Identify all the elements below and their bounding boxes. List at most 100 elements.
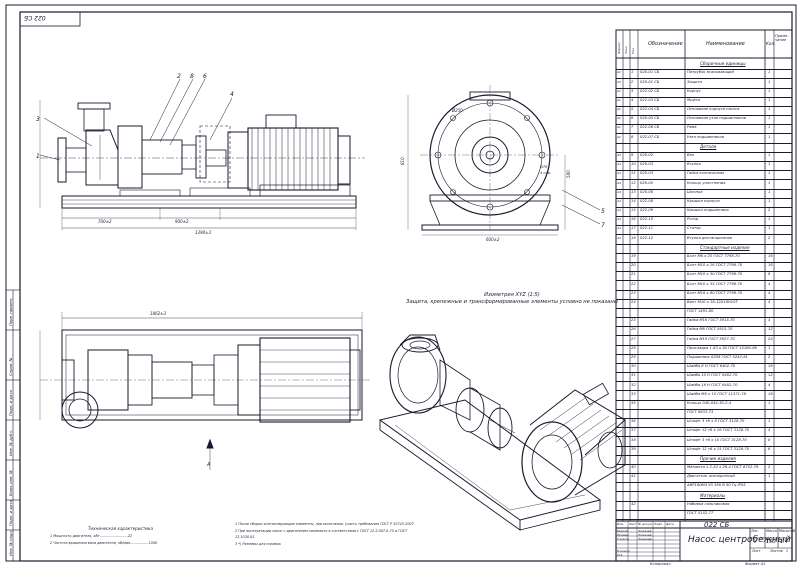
- spec-row-qty: 1: [768, 419, 771, 424]
- spec-row-qty: 4: [768, 428, 771, 433]
- spec-row-code: 020-05 СБ: [640, 116, 660, 121]
- spec-row-name: Штифт 3 т6 х 8 ГОСТ 3128-70: [687, 419, 745, 424]
- spec-row-pos: 14: [631, 198, 636, 203]
- format-label: Формат A1: [745, 562, 766, 566]
- spec-row-qty: 2: [768, 235, 771, 240]
- spec-row-name: ГОСТ 9833-73: [687, 410, 714, 415]
- spec-row-name: Болт М16 х 80 ГОСТ 7798-70: [687, 290, 743, 295]
- callout-8: 8: [190, 73, 194, 80]
- spec-row-code: 022-03 СБ: [640, 97, 660, 102]
- spec-row-pos: 28: [631, 345, 636, 350]
- spec-row-pos: 19: [631, 253, 636, 258]
- spec-row-qty: 16: [768, 391, 773, 396]
- spec-row-name: Защита: [687, 79, 702, 84]
- spec-row-name: Прокладка 1-63 х 50 ГОСТ 15180-86: [687, 345, 757, 350]
- spec-row-name: Двигатель асинхронный: [687, 474, 735, 479]
- spec-row-pos: 23: [631, 290, 636, 295]
- spec-row-qty: 2: [768, 354, 771, 359]
- spec-row-pos: 20: [631, 263, 636, 268]
- spec-row-pos: 26: [631, 327, 636, 332]
- spec-row-name: ГОСТ 1491-80: [687, 309, 714, 314]
- spec-section-title: Сборочные единицы: [700, 61, 746, 67]
- spec-row-name: Втулка дистанционная: [687, 235, 733, 240]
- spec-row-format: A4: [617, 208, 621, 213]
- spec-row-pos: 15: [631, 208, 636, 213]
- spec-row-code: 020-01 СБ: [640, 70, 660, 75]
- frame-label-6: Справ. №: [8, 357, 13, 376]
- spec-row-qty: 1: [768, 79, 771, 84]
- spec-row-pos: 21: [631, 272, 636, 277]
- spec-row-pos: 30: [631, 364, 636, 369]
- spec-row-line: [616, 519, 792, 520]
- side-view: [407, 85, 601, 236]
- spec-row-qty: 1: [768, 474, 771, 479]
- title-sheets-label: Листов: [770, 549, 783, 553]
- spec-section-title: Материалы: [700, 492, 726, 498]
- spec-row-pos: 13: [631, 189, 636, 194]
- drawing-lines: 3 1 2 8 6 4 5 7 А 1390±3 700±2 900±2 600…: [5, 4, 797, 562]
- spec-row-pos: 22: [631, 281, 636, 286]
- spec-row-name: Ротор: [687, 217, 699, 222]
- spec-row-pos: 40: [631, 465, 636, 470]
- title-mass: 150: [766, 539, 776, 545]
- tb-person-3: Ломачев: [638, 537, 652, 541]
- spec-row-name: Муфта: [687, 97, 700, 102]
- spec-header-code: Обозначение: [648, 41, 683, 47]
- spec-row-qty: 4: [768, 318, 771, 323]
- spec-row-qty: 1: [768, 153, 771, 157]
- spec-row-qty: 8: [768, 272, 771, 277]
- spec-row-pos: 29: [631, 354, 636, 359]
- spec-row-code: 022-06 СБ: [640, 125, 660, 130]
- spec-row-code: 020-02: [640, 153, 654, 157]
- spec-row-pos: 6: [631, 116, 634, 121]
- spec-row-pos: 16: [631, 217, 636, 222]
- title-scale: 1:4: [780, 539, 789, 545]
- spec-row-format: A4: [617, 180, 621, 185]
- dim-front-b: 900±2: [175, 219, 189, 224]
- spec-row-pos: 33: [631, 391, 636, 396]
- spec-row-code: 022-04 СБ: [640, 107, 660, 112]
- spec-row-pos: 4: [631, 97, 634, 102]
- spec-row-name: Штифт 3 т6 х 10 ГОСТ 3128-70: [687, 437, 747, 442]
- tech-line-1: 1 Мощность двигателя, кВт...............…: [50, 534, 133, 538]
- spec-row-name: Кольцо уплотнения: [687, 180, 726, 185]
- tb-label-sign: Подп.: [654, 522, 664, 526]
- spec-section-title: Детали: [700, 143, 717, 149]
- tech-note-1: 1 После сборки контактирующие элементы, …: [235, 522, 414, 526]
- spec-row-qty: 1: [768, 171, 771, 176]
- spec-row-pos: 31: [631, 373, 636, 378]
- spec-row-name: Гайка М10 ГОСТ 5927-70: [687, 336, 735, 341]
- spec-row-name: Шайба 16 Н ГОСТ 6402-70: [687, 382, 738, 387]
- section-mark-a: А: [206, 462, 211, 468]
- tech-heading: Техническая характеристика: [88, 526, 154, 531]
- tb-label-tkontr: Т.контр.: [617, 537, 631, 541]
- callout-1: 1: [36, 153, 40, 160]
- spec-row-code: 020-06: [640, 189, 654, 194]
- spec-row-name: Корпус: [687, 88, 701, 93]
- spec-row-qty: 4: [768, 299, 771, 304]
- spec-row-name: Шпонка: [687, 189, 703, 194]
- plan-view: [39, 312, 370, 470]
- spec-row-name: Крышка подшипника: [687, 208, 729, 213]
- spec-row-name: Статор: [687, 226, 701, 231]
- spec-row-name: Манжета 1.2-52 х 26-4 ГОСТ 8752-79: [687, 465, 759, 470]
- frame-label-7: Перв. примен.: [8, 297, 13, 326]
- spec-row-qty: 1: [768, 189, 771, 194]
- spec-row-pos: 12: [631, 180, 636, 185]
- spec-row-qty: 24: [768, 336, 773, 341]
- spec-header-qty: Кол.: [766, 41, 776, 46]
- spec-row-qty: 1: [768, 70, 771, 75]
- spec-row-pos: 38: [631, 437, 636, 442]
- spec-row-pos: 9: [631, 153, 634, 157]
- tb-label-list: Лист: [629, 522, 637, 526]
- spec-row-format: A4: [617, 171, 621, 176]
- spec-row-qty: 2: [768, 208, 771, 213]
- spec-row-name: Винт М10 х 16-12Х18Н10Т: [687, 299, 738, 304]
- spec-row-code: 020-03: [640, 171, 654, 176]
- title-block-code: 022 СБ: [704, 521, 730, 529]
- title-sheet-label: Лист: [752, 549, 761, 553]
- spec-row-code: 022-02 СБ: [640, 88, 660, 93]
- spec-row-name: Гайка М16 ГОСТ 5915-70: [687, 318, 735, 323]
- spec-row-qty: 1: [768, 125, 771, 130]
- callout-2: 2: [177, 73, 181, 80]
